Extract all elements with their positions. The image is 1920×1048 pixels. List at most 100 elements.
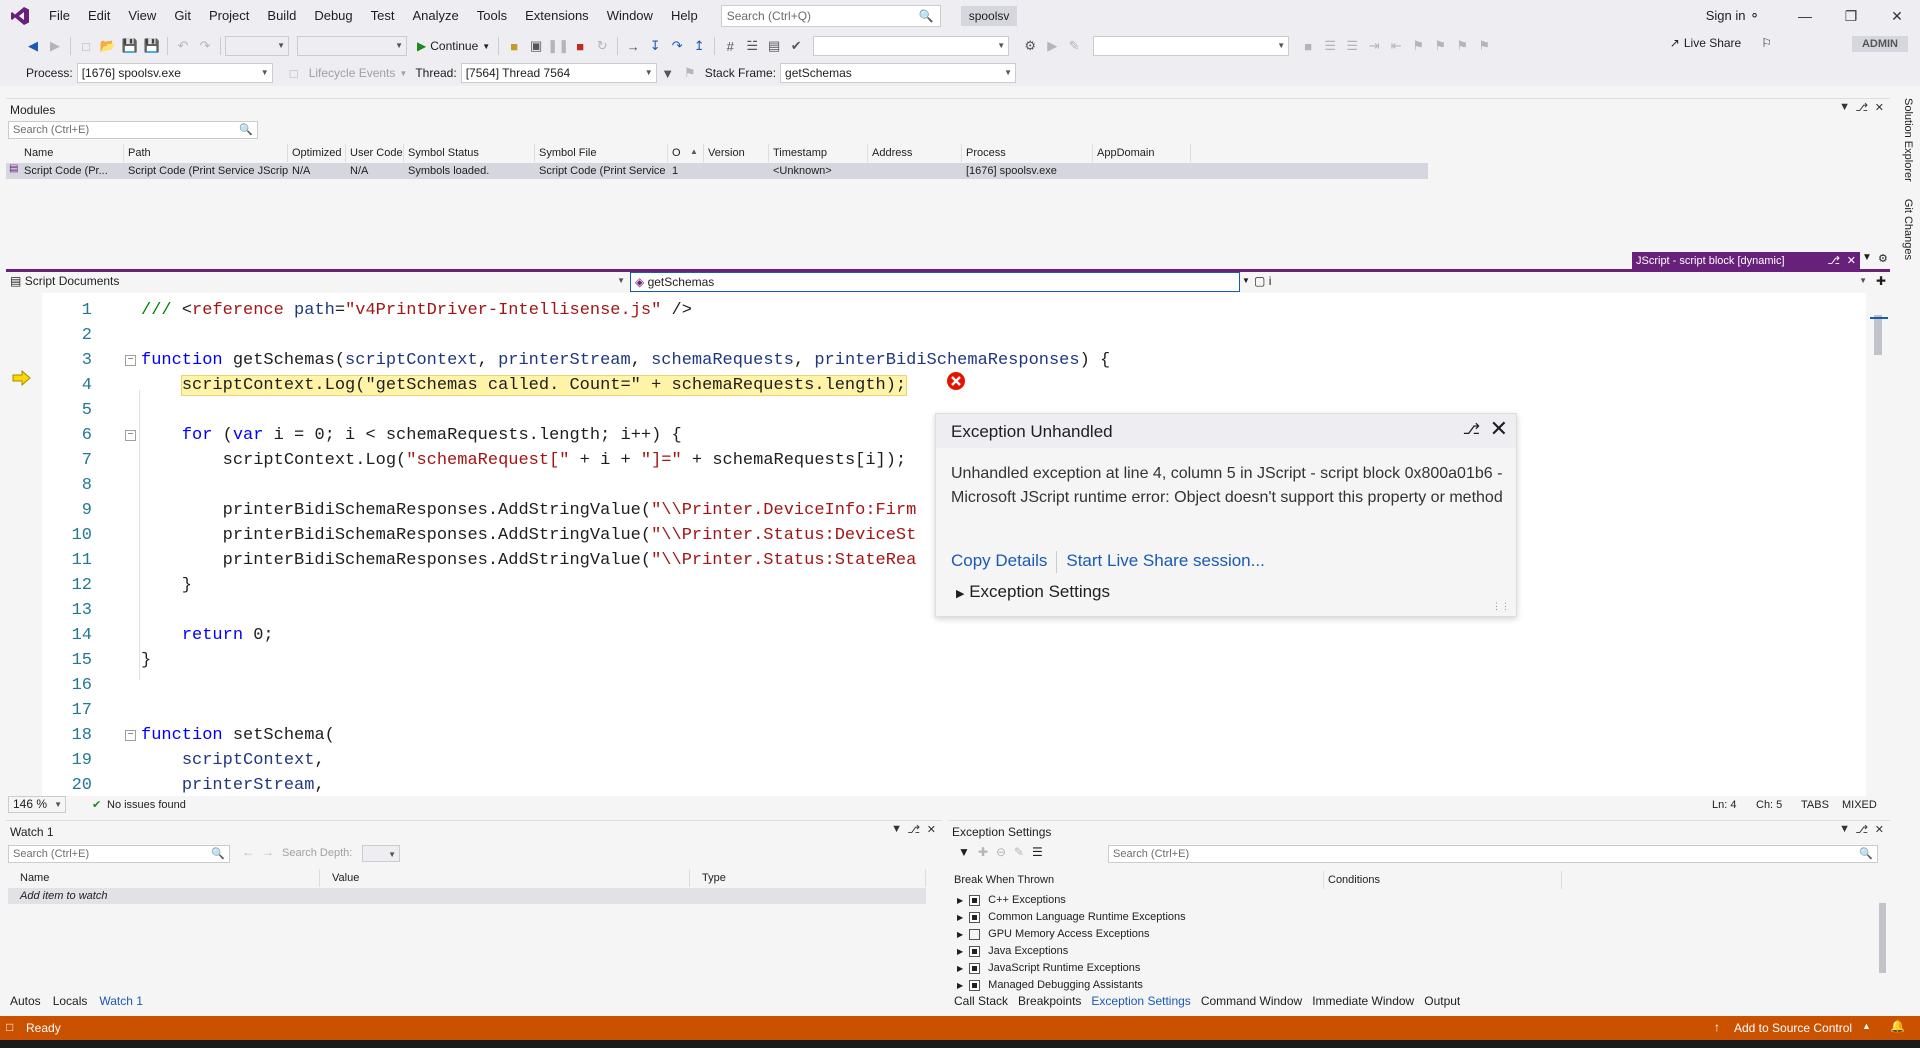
- collapse-icon[interactable]: −: [125, 355, 136, 366]
- tab-close-icon[interactable]: ✕: [1847, 252, 1856, 270]
- modules-search-input[interactable]: Search (Ctrl+E) 🔍: [8, 121, 258, 139]
- variable-combo[interactable]: ▢ i ▼: [1250, 272, 1870, 292]
- search-depth-combo[interactable]: ▼: [362, 845, 400, 862]
- modules-close-icon[interactable]: ✕: [1875, 101, 1884, 114]
- code-line[interactable]: 19 scriptContext,: [6, 748, 1866, 773]
- watch-column-value[interactable]: Value: [320, 869, 690, 887]
- break-when-thrown-header[interactable]: Break When Thrown: [954, 871, 1324, 889]
- expand-icon[interactable]: ▶: [957, 909, 963, 926]
- filter-icon[interactable]: ▼: [657, 62, 679, 84]
- remove-icon[interactable]: ⊖: [996, 845, 1006, 859]
- minimize-button[interactable]: —: [1782, 0, 1828, 32]
- edit-condition-icon[interactable]: ✎: [1014, 845, 1024, 859]
- watch-column-name[interactable]: Name: [8, 869, 320, 887]
- feedback-icon[interactable]: ⚐: [1761, 36, 1772, 50]
- split-icon[interactable]: ✚: [1876, 274, 1886, 288]
- menu-item-debug[interactable]: Debug: [305, 0, 361, 32]
- modules-column-1[interactable]: Path: [124, 144, 288, 162]
- notifications-icon[interactable]: 🔔: [1890, 1019, 1905, 1033]
- modules-pin-icon[interactable]: ⎇: [1855, 101, 1868, 114]
- exception-checkbox[interactable]: [969, 946, 981, 957]
- code-line[interactable]: 3 − function getSchemas(scriptContext, pri…: [6, 348, 1866, 373]
- tab-list-icon[interactable]: ▼: [1862, 252, 1872, 263]
- menu-item-edit[interactable]: Edit: [79, 0, 119, 32]
- solution-explorer-tab[interactable]: Solution Explorer: [1902, 98, 1914, 182]
- breakpoint-settings-icon[interactable]: ✔: [785, 35, 807, 57]
- modules-column-8[interactable]: Timestamp: [769, 144, 868, 162]
- menu-item-help[interactable]: Help: [662, 0, 707, 32]
- step-out-icon[interactable]: ↥: [688, 35, 710, 57]
- clear-bookmarks-icon[interactable]: ⚑: [1473, 35, 1495, 57]
- modules-column-2[interactable]: Optimized: [288, 144, 346, 162]
- editor-scrollbar[interactable]: [1870, 293, 1890, 796]
- code-line[interactable]: 18 − function setSchema(: [6, 723, 1866, 748]
- expand-icon[interactable]: ▶: [957, 943, 963, 960]
- conditions-header[interactable]: Conditions: [1328, 871, 1562, 889]
- edit-icon[interactable]: ✎: [1063, 35, 1085, 57]
- collapse-icon[interactable]: −: [125, 430, 136, 441]
- filter-icon[interactable]: ▼: [958, 845, 970, 859]
- process-combo[interactable]: [1676] spoolsv.exe ▼: [76, 63, 273, 83]
- tab-call-stack[interactable]: Call Stack: [954, 994, 1008, 1008]
- exception-checkbox[interactable]: [969, 963, 981, 974]
- live-share-button[interactable]: ↗ Live Share ⚐: [1670, 36, 1772, 50]
- break-all-icon[interactable]: ❚❚: [547, 35, 569, 57]
- indent-icon[interactable]: ⇥: [1363, 35, 1385, 57]
- modules-column-7[interactable]: Version: [704, 144, 769, 162]
- resize-grip-icon[interactable]: ⋮⋮: [1492, 601, 1510, 612]
- exception-category-row[interactable]: ▶ Common Language Runtime Exceptions: [953, 909, 1186, 926]
- tab-autos[interactable]: Autos: [10, 994, 41, 1008]
- redo-icon[interactable]: ↷: [194, 35, 216, 57]
- menu-item-git[interactable]: Git: [165, 0, 200, 32]
- exception-checkbox[interactable]: [969, 980, 981, 991]
- diagnostics-icon[interactable]: ▤: [763, 35, 785, 57]
- exception-category-row[interactable]: ▶ JavaScript Runtime Exceptions: [953, 960, 1140, 977]
- scrollbar-thumb[interactable]: [1874, 315, 1882, 355]
- code-line[interactable]: 16: [6, 673, 1866, 698]
- es-pin-icon[interactable]: ⎇: [1855, 823, 1868, 836]
- tab-breakpoints[interactable]: Breakpoints: [1018, 994, 1081, 1008]
- watch-dropdown-icon[interactable]: ▼: [891, 823, 902, 835]
- uncomment-icon[interactable]: ☰: [1341, 35, 1363, 57]
- document-tab[interactable]: JScript - script block [dynamic] ✕ ⎇: [1632, 252, 1860, 270]
- modules-column-6[interactable]: O: [668, 144, 704, 162]
- start-live-share-link[interactable]: Start Live Share session...: [1066, 551, 1264, 573]
- search-forward-icon[interactable]: →: [262, 845, 274, 859]
- expand-icon[interactable]: ▶: [957, 960, 963, 977]
- modules-dropdown-icon[interactable]: ▼: [1839, 101, 1850, 113]
- member-dropdown-icon[interactable]: ▼: [1242, 276, 1250, 285]
- continue-button[interactable]: ▶ Continue ▼: [417, 39, 490, 53]
- new-item-icon[interactable]: □: [75, 35, 97, 57]
- tools-icon[interactable]: ⚙: [1019, 35, 1041, 57]
- tab-locals[interactable]: Locals: [53, 994, 88, 1008]
- comment-icon[interactable]: ☰: [1319, 35, 1341, 57]
- process-icon[interactable]: ■: [503, 35, 525, 57]
- menu-item-analyze[interactable]: Analyze: [403, 0, 467, 32]
- forward-icon[interactable]: ▶: [44, 35, 66, 57]
- stop-debug-icon[interactable]: ■: [1297, 35, 1319, 57]
- add-watch-row[interactable]: Add item to watch: [8, 888, 926, 904]
- code-line[interactable]: 2: [6, 323, 1866, 348]
- camera-icon[interactable]: ▣: [525, 35, 547, 57]
- solution-config-combo[interactable]: ▼: [1093, 36, 1290, 56]
- exception-pin-icon[interactable]: ⎇: [1463, 420, 1480, 438]
- restart-icon[interactable]: ↻: [591, 35, 613, 57]
- modules-column-5[interactable]: Symbol File: [535, 144, 668, 162]
- tabs-mode[interactable]: TABS: [1801, 796, 1829, 814]
- expand-icon[interactable]: ▶: [957, 892, 963, 909]
- outdent-icon[interactable]: ⇤: [1385, 35, 1407, 57]
- list-icon[interactable]: ☰: [1032, 845, 1043, 859]
- menu-item-test[interactable]: Test: [362, 0, 404, 32]
- modules-column-0[interactable]: Name: [20, 144, 124, 162]
- global-search-input[interactable]: Search (Ctrl+Q) 🔍: [720, 5, 941, 27]
- add-source-control-button[interactable]: Add to Source Control: [1734, 1021, 1852, 1035]
- es-search-input[interactable]: Search (Ctrl+E) 🔍: [1108, 845, 1878, 863]
- settings-icon[interactable]: ⚙: [1878, 252, 1888, 265]
- search-back-icon[interactable]: ←: [242, 845, 254, 859]
- tab-command-window[interactable]: Command Window: [1201, 994, 1302, 1008]
- undo-icon[interactable]: ↶: [172, 35, 194, 57]
- member-combo[interactable]: ◈ getSchemas: [630, 272, 1240, 292]
- menu-item-window[interactable]: Window: [598, 0, 662, 32]
- code-line[interactable]: 15}: [6, 648, 1866, 673]
- stack-frame-combo[interactable]: getSchemas ▼: [780, 63, 1017, 83]
